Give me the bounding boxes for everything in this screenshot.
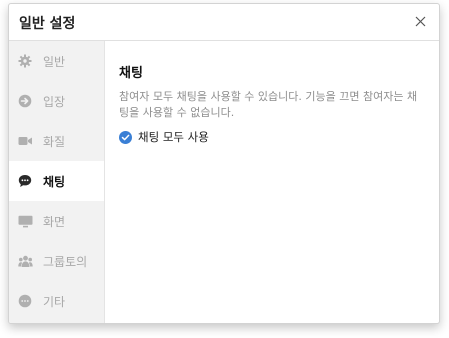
sidebar-item-enter[interactable]: 입장	[9, 81, 104, 121]
chat-all-checkbox-row[interactable]: 채팅 모두 사용	[119, 129, 425, 145]
checkmark-icon[interactable]	[119, 130, 132, 144]
sidebar-item-group[interactable]: 그룹토의	[9, 241, 104, 281]
settings-content: 채팅 참여자 모두 채팅을 사용할 수 있습니다. 기능을 끄면 참여자는 채 …	[105, 41, 439, 323]
section-title: 채팅	[119, 66, 143, 81]
sidebar-item-general[interactable]: 일반	[9, 41, 104, 81]
more-icon	[17, 293, 33, 309]
video-camera-icon	[17, 133, 33, 149]
sidebar-item-chat[interactable]: 채팅	[9, 161, 104, 201]
gear-icon	[17, 53, 33, 69]
settings-sidebar: 일반 입장 화질 채팅 화면 그룹토의 기타	[9, 41, 105, 323]
sidebar-item-label: 그룹토의	[43, 254, 88, 269]
checkbox-label: 채팅 모두 사용	[138, 130, 209, 144]
group-icon	[17, 253, 33, 269]
description-line: 참여자 모두 채팅을 사용할 수 있습니다. 기능을 끄면 참여자는 채	[119, 90, 418, 103]
sidebar-item-label: 일반	[43, 54, 66, 69]
close-icon[interactable]	[411, 12, 429, 30]
sidebar-item-label: 화질	[43, 134, 66, 149]
enter-arrow-icon	[17, 93, 33, 109]
dialog-header: 일반 설정	[9, 4, 439, 41]
sidebar-item-label: 화면	[43, 214, 66, 229]
description-line: 팅을 사용할 수 없습니다.	[119, 106, 235, 119]
sidebar-item-screen[interactable]: 화면	[9, 201, 104, 241]
section-description: 참여자 모두 채팅을 사용할 수 있습니다. 기능을 끄면 참여자는 채 팅을 …	[119, 89, 425, 121]
general-settings-dialog: 일반 설정 일반 입장 화질 채팅 화면 그룹토의 기타 채팅 참여자 모두 채…	[8, 3, 440, 324]
chat-bubble-icon	[17, 173, 33, 189]
dialog-title: 일반 설정	[19, 16, 76, 32]
sidebar-item-etc[interactable]: 기타	[9, 281, 104, 321]
sidebar-item-label: 채팅	[43, 174, 66, 189]
sidebar-item-label: 입장	[43, 94, 66, 109]
sidebar-item-label: 기타	[43, 294, 66, 309]
sidebar-item-quality[interactable]: 화질	[9, 121, 104, 161]
monitor-icon	[17, 213, 33, 229]
